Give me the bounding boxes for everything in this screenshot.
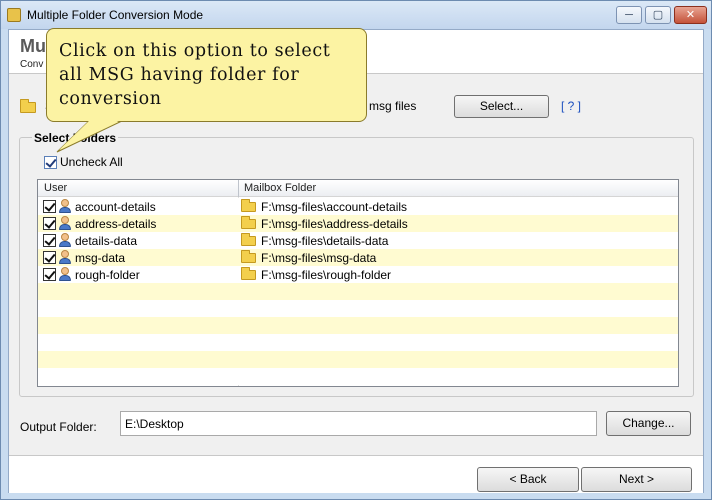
table-row[interactable]: address-details F:\msg-files\address-deta… xyxy=(38,215,678,232)
user-icon xyxy=(58,250,72,265)
output-folder-label: Output Folder: xyxy=(20,420,97,434)
maximize-button[interactable]: ▢ xyxy=(645,6,671,24)
table-row xyxy=(38,334,678,351)
row-checkbox[interactable] xyxy=(43,200,56,213)
list-header: User Mailbox Folder xyxy=(38,180,678,197)
uncheck-all-label: Uncheck All xyxy=(60,155,123,169)
cell-mailbox-folder: F:\msg-files\address-details xyxy=(261,217,408,231)
folder-icon xyxy=(241,267,256,280)
cell-user: msg-data xyxy=(75,251,126,265)
output-folder-field[interactable] xyxy=(120,411,597,436)
table-row[interactable]: account-details F:\msg-files\account-deta… xyxy=(38,198,678,215)
folder-icon xyxy=(241,233,256,246)
row-checkbox[interactable] xyxy=(43,234,56,247)
table-row[interactable]: rough-folder F:\msg-files\rough-folder xyxy=(38,266,678,283)
page-subtitle: Conv xyxy=(20,59,44,70)
folder-icon xyxy=(241,199,256,212)
select-button[interactable]: Select... xyxy=(454,95,549,118)
header-divider[interactable] xyxy=(238,180,239,197)
window-title: Multiple Folder Conversion Mode xyxy=(27,8,204,22)
minimize-button[interactable]: ─ xyxy=(616,6,642,24)
cell-user: details-data xyxy=(75,234,138,248)
source-label-suffix: msg files xyxy=(369,99,417,113)
table-row xyxy=(38,351,678,368)
uncheck-all-checkbox[interactable]: Uncheck All xyxy=(44,155,123,169)
close-button[interactable]: ✕ xyxy=(674,6,707,24)
user-icon xyxy=(58,233,72,248)
cell-user: rough-folder xyxy=(75,268,140,282)
title-bar: Multiple Folder Conversion Mode ─ ▢ ✕ xyxy=(1,1,711,29)
help-link[interactable]: [ ? ] xyxy=(561,99,581,113)
next-button[interactable]: Next > xyxy=(581,467,692,492)
group-legend: Select Folders xyxy=(32,131,119,145)
row-checkbox[interactable] xyxy=(43,251,56,264)
tooltip-callout: Click on this option to select all MSG h… xyxy=(46,28,367,122)
folder-icon xyxy=(241,250,256,263)
table-row xyxy=(38,368,678,385)
cell-mailbox-folder: F:\msg-files\msg-data xyxy=(261,251,377,265)
column-header-mailbox-folder[interactable]: Mailbox Folder xyxy=(244,182,316,194)
row-checkbox[interactable] xyxy=(43,217,56,230)
folder-icon xyxy=(241,216,256,229)
table-row xyxy=(38,317,678,334)
user-icon xyxy=(58,199,72,214)
row-checkbox[interactable] xyxy=(43,268,56,281)
folder-list[interactable]: User Mailbox Folder account-details F:\ms… xyxy=(37,179,679,387)
table-row[interactable]: details-data F:\msg-files\details-data xyxy=(38,232,678,249)
cell-mailbox-folder: F:\msg-files\rough-folder xyxy=(261,268,392,282)
table-row xyxy=(38,283,678,300)
cell-user: address-details xyxy=(75,217,157,231)
page-title: Mu xyxy=(20,36,46,56)
checkbox-checked-icon[interactable] xyxy=(44,155,57,169)
app-icon xyxy=(7,8,21,22)
user-icon xyxy=(58,216,72,231)
user-icon xyxy=(58,267,72,282)
back-button[interactable]: < Back xyxy=(477,467,579,492)
table-row xyxy=(38,300,678,317)
change-button[interactable]: Change... xyxy=(606,411,691,436)
column-header-user[interactable]: User xyxy=(44,182,67,194)
cell-mailbox-folder: F:\msg-files\details-data xyxy=(261,234,389,248)
folder-icon xyxy=(20,99,36,113)
cell-user: account-details xyxy=(75,200,156,214)
cell-mailbox-folder: F:\msg-files\account-details xyxy=(261,200,408,214)
table-row[interactable]: msg-data F:\msg-files\msg-data xyxy=(38,249,678,266)
